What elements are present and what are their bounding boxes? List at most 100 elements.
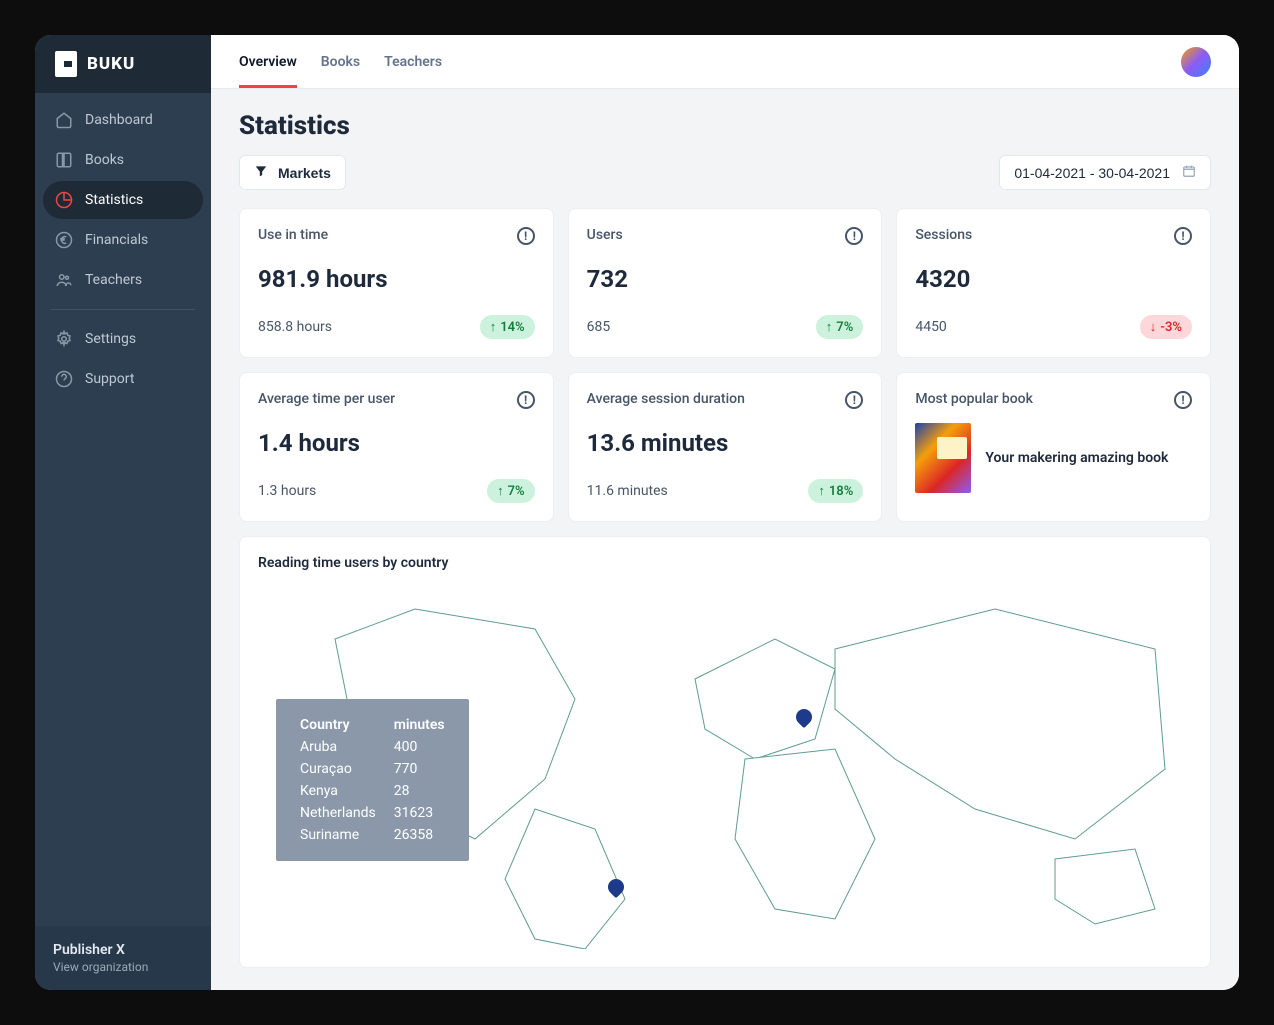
td-minutes: 770 [386, 759, 453, 779]
sidebar-item-dashboard[interactable]: Dashboard [43, 101, 203, 139]
td-country: Netherlands [292, 803, 384, 823]
card-value: 732 [587, 265, 864, 293]
controls-row: Markets 01-04-2021 - 30-04-2021 [239, 155, 1211, 190]
card-prev: 858.8 hours [258, 319, 332, 335]
card-prev: 4450 [915, 319, 946, 335]
arrow-up-icon: ↑ [826, 319, 833, 335]
app-window: BUKU Dashboard Books Statistics Financia… [35, 35, 1239, 990]
sidebar-item-books[interactable]: Books [43, 141, 203, 179]
tab-books[interactable]: Books [321, 35, 360, 88]
card-avg-session: Average session duration ! 13.6 minutes … [568, 372, 883, 522]
card-title: Sessions [915, 227, 1192, 243]
sidebar-item-label: Teachers [85, 272, 142, 288]
card-value: 1.4 hours [258, 429, 535, 457]
sidebar-item-settings[interactable]: Settings [43, 320, 203, 358]
table-row: Curaçao770 [292, 759, 453, 779]
filter-markets-button[interactable]: Markets [239, 155, 346, 190]
stats-grid: Use in time ! 981.9 hours 858.8 hours ↑1… [239, 208, 1211, 522]
content: Statistics Markets 01-04-2021 - 30-04-20… [211, 89, 1239, 990]
calendar-icon [1182, 164, 1196, 181]
sidebar-item-label: Statistics [85, 192, 143, 208]
card-title: Users [587, 227, 864, 243]
td-country: Suriname [292, 825, 384, 845]
arrow-up-icon: ↑ [818, 483, 825, 499]
info-icon[interactable]: ! [517, 391, 535, 409]
table-row: Aruba400 [292, 737, 453, 757]
book-icon [55, 151, 73, 169]
delta-value: 14% [500, 320, 524, 335]
sidebar-item-teachers[interactable]: Teachers [43, 261, 203, 299]
delta-value: 7% [508, 484, 525, 499]
td-country: Curaçao [292, 759, 384, 779]
nav-divider [51, 309, 195, 310]
card-title: Average session duration [587, 391, 864, 407]
sidebar-item-statistics[interactable]: Statistics [43, 181, 203, 219]
euro-icon [55, 231, 73, 249]
card-avg-time: Average time per user ! 1.4 hours 1.3 ho… [239, 372, 554, 522]
country-minutes-table: Country minutes Aruba400 Curaçao770 Keny… [276, 699, 469, 861]
main: Overview Books Teachers Statistics Marke… [211, 35, 1239, 990]
logo-icon [55, 51, 77, 77]
filter-label: Markets [278, 165, 331, 181]
card-sessions: Sessions ! 4320 4450 ↓-3% [896, 208, 1211, 358]
tab-overview[interactable]: Overview [239, 35, 297, 88]
page-title: Statistics [239, 111, 1211, 141]
date-range-label: 01-04-2021 - 30-04-2021 [1014, 165, 1170, 181]
logo[interactable]: BUKU [35, 35, 211, 93]
sidebar-item-label: Settings [85, 331, 136, 347]
org-name: Publisher X [53, 942, 193, 958]
td-minutes: 26358 [386, 825, 453, 845]
date-range-button[interactable]: 01-04-2021 - 30-04-2021 [999, 155, 1211, 190]
card-title: Most popular book [915, 391, 1192, 407]
tab-label: Teachers [384, 54, 442, 70]
info-icon[interactable]: ! [517, 227, 535, 245]
arrow-down-icon: ↓ [1150, 319, 1157, 335]
card-prev: 685 [587, 319, 611, 335]
th-minutes: minutes [386, 715, 453, 735]
td-minutes: 31623 [386, 803, 453, 823]
td-country: Aruba [292, 737, 384, 757]
map-card: Reading time users by country [239, 536, 1211, 968]
card-popular-book: Most popular book ! Your makering amazin… [896, 372, 1211, 522]
gear-icon [55, 330, 73, 348]
tab-teachers[interactable]: Teachers [384, 35, 442, 88]
chart-pie-icon [55, 191, 73, 209]
delta-value: 7% [836, 320, 853, 335]
sidebar-item-support[interactable]: Support [43, 360, 203, 398]
popular-book-title: Your makering amazing book [985, 450, 1168, 466]
card-users: Users ! 732 685 ↑7% [568, 208, 883, 358]
avatar[interactable] [1181, 47, 1211, 77]
card-prev: 1.3 hours [258, 483, 316, 499]
delta-badge: ↓-3% [1140, 315, 1192, 339]
table-row: Suriname26358 [292, 825, 453, 845]
sidebar-item-label: Financials [85, 232, 148, 248]
td-minutes: 400 [386, 737, 453, 757]
delta-value: 18% [829, 484, 853, 499]
sidebar: BUKU Dashboard Books Statistics Financia… [35, 35, 211, 990]
org-switcher[interactable]: Publisher X View organization [35, 926, 211, 990]
org-link: View organization [53, 960, 193, 974]
sidebar-item-label: Support [85, 371, 134, 387]
logo-text: BUKU [87, 54, 135, 74]
card-value: 981.9 hours [258, 265, 535, 293]
delta-badge: ↑ 7% [487, 479, 535, 503]
users-icon [55, 271, 73, 289]
sidebar-item-financials[interactable]: Financials [43, 221, 203, 259]
card-use-in-time: Use in time ! 981.9 hours 858.8 hours ↑1… [239, 208, 554, 358]
primary-nav: Dashboard Books Statistics Financials Te… [35, 93, 211, 926]
delta-value: -3% [1160, 320, 1182, 335]
delta-badge: ↑14% [480, 315, 535, 339]
map-title: Reading time users by country [258, 555, 1192, 571]
delta-badge: ↑7% [816, 315, 864, 339]
info-icon[interactable]: ! [1174, 227, 1192, 245]
home-icon [55, 111, 73, 129]
card-title: Use in time [258, 227, 535, 243]
tab-label: Overview [239, 54, 297, 70]
help-icon [55, 370, 73, 388]
info-icon[interactable]: ! [1174, 391, 1192, 409]
world-map[interactable]: Country minutes Aruba400 Curaçao770 Keny… [258, 579, 1192, 949]
book-cover-thumbnail[interactable] [915, 423, 971, 493]
tabs: Overview Books Teachers [239, 35, 442, 88]
arrow-up-icon: ↑ [497, 483, 504, 499]
th-country: Country [292, 715, 384, 735]
